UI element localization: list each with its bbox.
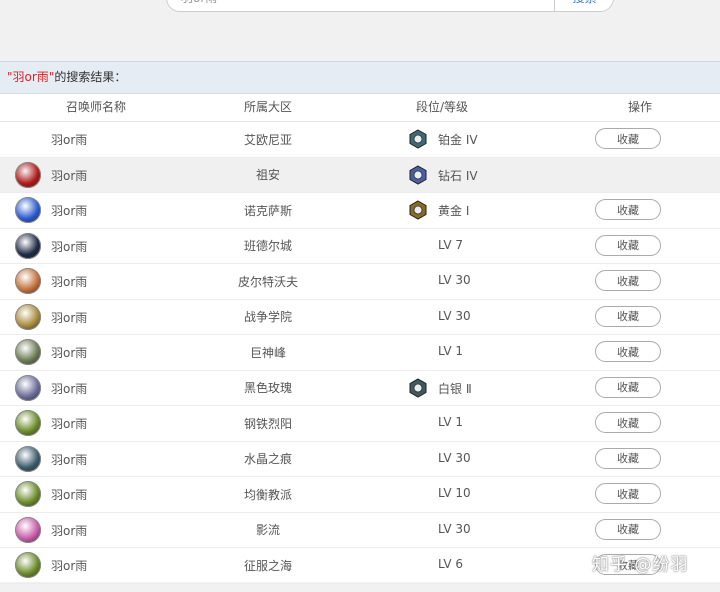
avatar: [15, 161, 41, 188]
server-name: 水晶之痕: [243, 452, 292, 467]
favorite-button[interactable]: 收藏: [595, 518, 661, 540]
server-name: 影流: [255, 523, 280, 538]
server-name: 诺克萨斯: [243, 203, 292, 218]
table-header: 召唤师名称 所属大区 段位/等级 操作: [0, 94, 720, 122]
table-row[interactable]: 羽or雨 班德尔城 LV 7 收藏: [0, 229, 720, 264]
results-keyword: 羽or雨: [12, 70, 49, 84]
rank-label: LV 30: [438, 521, 471, 536]
server-name: 班德尔城: [243, 239, 292, 254]
avatar: [15, 268, 41, 295]
favorite-button[interactable]: 收藏: [595, 447, 661, 469]
results-header: "羽or雨"的搜索结果：: [0, 62, 720, 94]
table-row[interactable]: 羽or雨 黑色玫瑰 白银 Ⅱ 收藏: [0, 371, 720, 406]
summoner-name[interactable]: 羽or雨: [51, 167, 87, 184]
column-action: 操作: [627, 100, 652, 114]
watermark: 知乎 @纷羽: [592, 555, 689, 575]
table-row[interactable]: 羽or雨 诺克萨斯 黄金 Ⅰ 收藏: [0, 193, 720, 229]
avatar: [15, 481, 41, 508]
table-row[interactable]: 羽or雨 钢铁烈阳 LV 1 收藏: [0, 406, 720, 442]
avatar: [15, 552, 41, 579]
server-name: 祖安: [255, 168, 280, 183]
summoner-name[interactable]: 羽or雨: [51, 486, 87, 503]
search-button[interactable]: 搜索: [554, 0, 613, 11]
diamond-badge-icon: [409, 165, 427, 185]
table-row[interactable]: 羽or雨 水晶之痕 LV 30 收藏: [0, 442, 720, 477]
summoner-name[interactable]: 羽or雨: [51, 415, 87, 432]
avatar: [15, 410, 41, 437]
summoner-name[interactable]: 羽or雨: [51, 309, 87, 326]
server-name: 征服之海: [243, 558, 292, 573]
gold-badge-icon: [409, 200, 427, 220]
avatar: [15, 516, 41, 543]
server-name: 战争学院: [243, 310, 292, 325]
results-table: 羽or雨 艾欧尼亚 铂金 IV 收藏 羽or雨 祖安 钻石 IV 羽or雨 诺克萨斯 黄金 Ⅰ 收藏…: [0, 122, 720, 584]
favorite-button[interactable]: 收藏: [595, 270, 661, 292]
favorite-button[interactable]: 收藏: [595, 305, 661, 327]
server-name: 艾欧尼亚: [243, 132, 292, 147]
favorite-button[interactable]: 收藏: [595, 412, 661, 434]
results-panel: "羽or雨"的搜索结果： 召唤师名称 所属大区 段位/等级 操作 羽or雨艾欧尼…: [0, 61, 720, 584]
avatar: [15, 445, 41, 472]
rank-label: LV 1: [438, 415, 464, 430]
favorite-button[interactable]: 收藏: [595, 234, 661, 256]
rank-label: 白银 Ⅱ: [438, 381, 472, 396]
search-input[interactable]: [167, 0, 553, 11]
rank-label: 钻石 IV: [438, 168, 478, 183]
summoner-name[interactable]: 羽or雨: [51, 522, 87, 539]
server-name: 黑色玫瑰: [243, 381, 292, 396]
rank-label: LV 10: [438, 486, 471, 501]
rank-label: 黄金 Ⅰ: [438, 204, 470, 219]
server-name: 皮尔特沃夫: [237, 274, 298, 289]
server-name: 巨神峰: [249, 345, 286, 360]
rank-label: LV 6: [438, 557, 464, 572]
avatar: [15, 339, 41, 366]
summoner-name[interactable]: 羽or雨: [51, 131, 87, 148]
favorite-button[interactable]: 收藏: [595, 341, 661, 363]
table-row[interactable]: 羽or雨 影流 LV 30 收藏: [0, 513, 720, 548]
avatar: [15, 197, 41, 224]
search-bar: 搜索: [166, 0, 614, 12]
server-name: 均衡教派: [243, 487, 292, 502]
rank-label: LV 30: [438, 273, 471, 288]
silver-badge-icon: [409, 378, 427, 398]
server-name: 钢铁烈阳: [243, 416, 292, 431]
rank-label: LV 30: [438, 450, 471, 465]
table-row[interactable]: 羽or雨 均衡教派 LV 10 收藏: [0, 477, 720, 513]
avatar: [15, 303, 41, 330]
rank-label: LV 7: [438, 237, 464, 252]
favorite-button[interactable]: 收藏: [595, 199, 661, 221]
summoner-name[interactable]: 羽or雨: [51, 380, 87, 397]
table-row[interactable]: 羽or雨 祖安 钻石 IV: [0, 157, 720, 193]
summoner-name[interactable]: 羽or雨: [51, 273, 87, 290]
table-row[interactable]: 羽or雨 艾欧尼亚 铂金 IV 收藏: [0, 122, 720, 158]
summoner-name[interactable]: 羽or雨: [51, 344, 87, 361]
favorite-button[interactable]: 收藏: [595, 376, 661, 398]
table-row[interactable]: 羽or雨 皮尔特沃夫 LV 30 收藏: [0, 264, 720, 300]
summoner-name[interactable]: 羽or雨: [51, 451, 87, 468]
favorite-button[interactable]: 收藏: [595, 128, 661, 150]
table-row[interactable]: 羽or雨 战争学院 LV 30 收藏: [0, 300, 720, 335]
column-rank: 段位/等级: [415, 100, 469, 114]
summoner-name[interactable]: 羽or雨: [51, 238, 87, 255]
results-suffix: 的搜索结果：: [54, 70, 127, 84]
favorite-button[interactable]: 收藏: [595, 483, 661, 505]
rank-label: LV 1: [438, 344, 464, 359]
column-server: 所属大区: [243, 100, 292, 114]
column-summoner: 召唤师名称: [65, 100, 126, 114]
platinum-badge-icon: [409, 129, 427, 149]
avatar: [15, 232, 41, 259]
rank-label: LV 30: [438, 308, 471, 323]
rank-label: 铂金 IV: [438, 133, 478, 148]
summoner-name[interactable]: 羽or雨: [51, 557, 87, 574]
summoner-name[interactable]: 羽or雨: [51, 202, 87, 219]
avatar: [15, 374, 41, 401]
table-row[interactable]: 羽or雨 巨神峰 LV 1 收藏: [0, 335, 720, 371]
